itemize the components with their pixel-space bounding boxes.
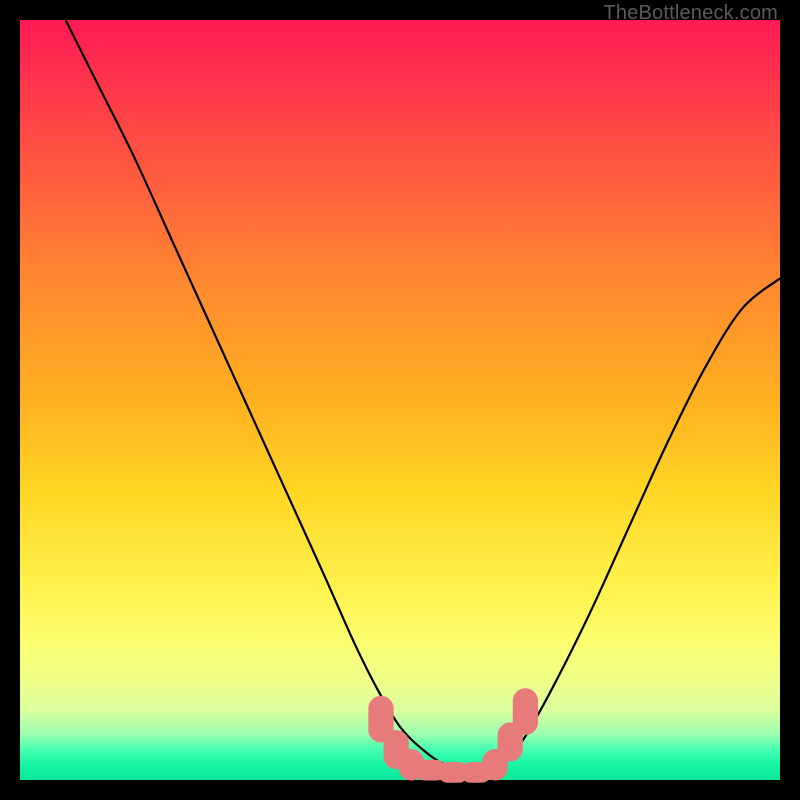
left-curve xyxy=(66,20,476,772)
chart-frame: TheBottleneck.com xyxy=(0,0,800,800)
plot-area xyxy=(20,20,780,780)
marker xyxy=(513,689,537,735)
markers-group xyxy=(369,689,538,782)
chart-svg xyxy=(20,20,780,780)
watermark-text: TheBottleneck.com xyxy=(603,2,778,25)
